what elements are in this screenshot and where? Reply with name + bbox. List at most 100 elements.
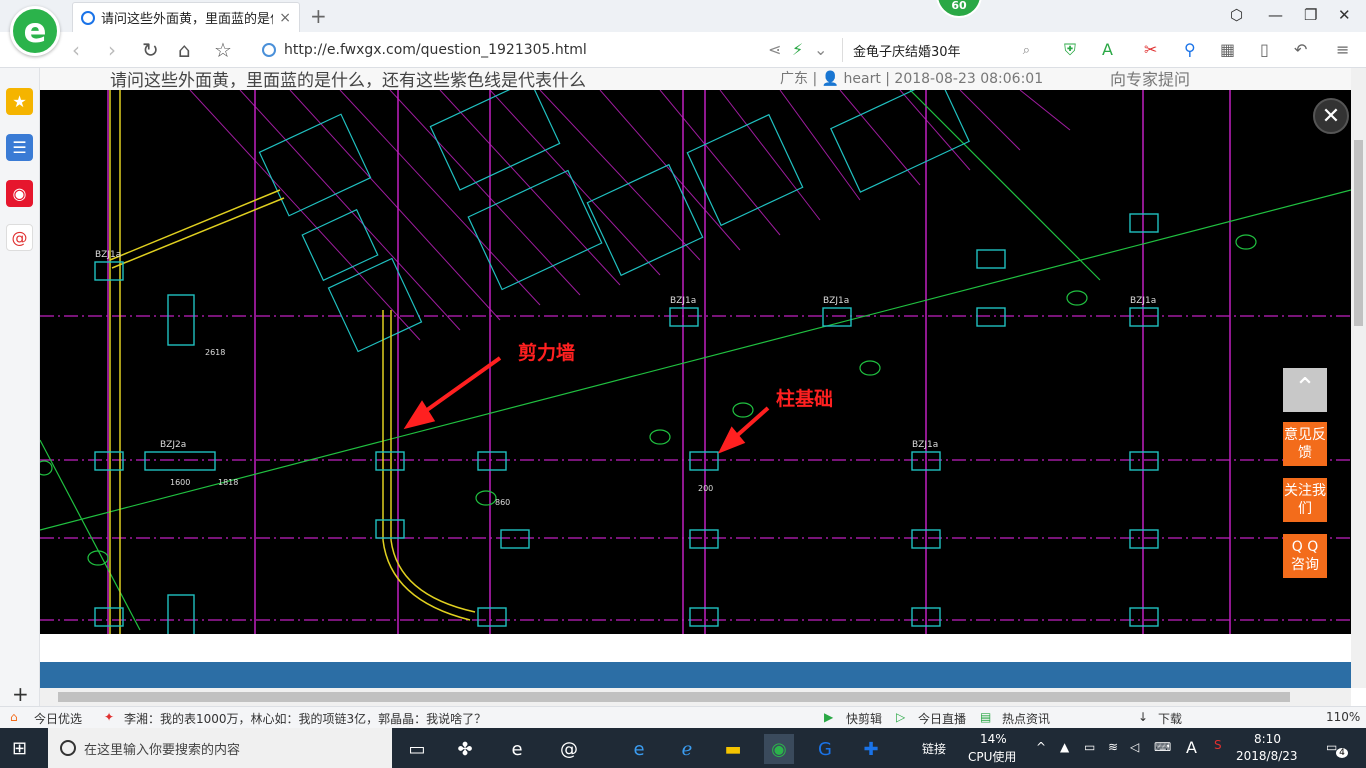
cad-dim: 2618 <box>205 348 226 357</box>
tab-favicon-icon <box>81 10 95 25</box>
page-content: 请问这些外面黄，里面蓝的是什么，还有这些紫色线是代表什么 广东 | 👤 hear… <box>40 68 1351 688</box>
speed-icon[interactable]: ⚡ <box>792 40 803 59</box>
news-icon: ✦ <box>104 710 115 724</box>
notification-bell-icon[interactable]: ▲ <box>1060 740 1069 754</box>
skin-icon[interactable]: ⬡ <box>1230 6 1243 24</box>
vertical-scrollbar[interactable] <box>1351 68 1366 688</box>
browser-logo-icon[interactable]: e <box>10 6 60 56</box>
cad-dim: 1600 <box>170 478 191 487</box>
search-icon[interactable]: ⌕ <box>1023 43 1030 58</box>
sogou-icon[interactable]: S <box>1214 738 1222 752</box>
favorites-star-icon[interactable]: ★ <box>6 88 33 115</box>
cad-label: BZJ1a <box>1130 296 1157 306</box>
follow-us-button[interactable]: 关注我们 <box>1283 478 1327 522</box>
keyboard-icon[interactable]: ⌨ <box>1154 740 1171 754</box>
scissors-icon[interactable]: ✂ <box>1144 40 1157 59</box>
ask-expert-link[interactable]: 向专家提问 <box>1110 68 1190 90</box>
page-below-image <box>40 634 1351 688</box>
qq-consult-button[interactable]: Q Q 咨询 <box>1283 534 1327 578</box>
clock-date[interactable]: 2018/8/23 <box>1236 749 1298 763</box>
close-window-button[interactable]: ✕ <box>1338 6 1351 24</box>
windows-taskbar: ⊞ 在这里输入你要搜索的内容 ▭ ✤ e @ e ℯ ▬ ◉ G ✚ 链接 14… <box>0 728 1366 768</box>
home-icon[interactable]: ⌂ <box>178 38 191 62</box>
tab-active[interactable]: 请问这些外面黄，里面蓝的是什么 × <box>72 2 300 32</box>
zoom-level[interactable]: 110% <box>1326 710 1360 724</box>
spiral-app-icon[interactable]: @ <box>554 734 584 764</box>
maximize-button[interactable]: ❐ <box>1304 6 1317 24</box>
minimize-button[interactable]: — <box>1268 6 1283 24</box>
task-view-icon[interactable]: ▭ <box>402 734 432 764</box>
tab-close-icon[interactable]: × <box>279 10 291 26</box>
g-app-icon[interactable]: G <box>810 734 840 764</box>
forward-icon[interactable]: › <box>108 38 116 62</box>
cad-label: BZJ1a <box>670 296 697 306</box>
download-icon: ↓ <box>1138 710 1149 724</box>
search-input[interactable]: 金龟子庆结婚30年 ⌕ <box>842 38 1040 62</box>
link-label[interactable]: 链接 <box>922 740 946 757</box>
refresh-icon[interactable]: ↻ <box>142 38 159 62</box>
hot-news-icon: ▤ <box>980 710 992 724</box>
file-explorer-icon[interactable]: ▬ <box>718 734 748 764</box>
reading-list-icon[interactable]: ☰ <box>6 134 33 161</box>
news-ticker[interactable]: 李湘：我的表1000万，林心如：我的项链3亿，郭晶晶：我说啥了？ <box>124 710 486 727</box>
url-input[interactable]: http://e.fwxgx.com/question_1921305.html <box>262 38 752 62</box>
cad-dim: 860 <box>495 498 511 507</box>
tab-title: 请问这些外面黄，里面蓝的是什么 <box>101 12 273 27</box>
address-bar: ‹ › ↻ ⌂ ☆ http://e.fwxgx.com/question_19… <box>0 32 1366 68</box>
quick-clip-link[interactable]: 快剪辑 <box>846 710 882 727</box>
taskbar-search-placeholder: 在这里输入你要搜索的内容 <box>84 742 241 758</box>
shield-icon[interactable]: ⛨ <box>1064 40 1076 60</box>
clock-time[interactable]: 8:10 <box>1254 732 1281 746</box>
download-link[interactable]: 下载 <box>1158 710 1182 727</box>
sidebar-add-icon[interactable]: + <box>12 682 29 706</box>
volume-icon[interactable]: ◁ <box>1130 740 1139 754</box>
undo-icon[interactable]: ↶ <box>1294 40 1307 59</box>
live-link[interactable]: 今日直播 <box>918 710 966 727</box>
badge-score[interactable]: 60 <box>936 0 982 18</box>
gift-icon[interactable]: ⌂ <box>10 710 18 724</box>
chevron-down-icon[interactable]: ⌄ <box>814 40 827 59</box>
close-image-button[interactable]: ✕ <box>1313 98 1349 134</box>
cad-image: 剪力墙 柱基础 BZJ1a BZJ2a BZJ1a BZJ1a BZJ1a BZ… <box>40 90 1351 634</box>
internet-explorer-icon[interactable]: ℯ <box>672 734 702 764</box>
apps-grid-icon[interactable]: ▦ <box>1220 40 1235 59</box>
cad-label: BZJ1a <box>95 250 122 260</box>
taskbar-search-input[interactable]: 在这里输入你要搜索的内容 <box>48 728 392 768</box>
email-icon[interactable]: @ <box>6 224 33 251</box>
annotation-column-base: 柱基础 <box>776 388 834 410</box>
browser-taskbar-icon[interactable]: ◉ <box>764 734 794 764</box>
magnifier-icon[interactable]: ⚲ <box>1184 40 1196 59</box>
back-to-top-button[interactable]: ⌃ <box>1283 368 1327 412</box>
new-tab-button[interactable]: + <box>310 4 327 28</box>
ime-indicator[interactable]: A <box>1186 738 1197 757</box>
share-icon[interactable]: ⋖ <box>768 40 781 59</box>
secondary-screenshot-strip <box>40 662 1351 688</box>
battery-icon[interactable]: ▭ <box>1084 740 1095 754</box>
horizontal-scroll-thumb[interactable] <box>58 692 1290 702</box>
site-security-icon <box>262 43 276 57</box>
edge-icon[interactable]: e <box>624 734 654 764</box>
menu-icon[interactable]: ≡ <box>1336 40 1349 59</box>
translate-icon[interactable]: A <box>1102 40 1113 59</box>
cpu-percent: 14% <box>980 732 1007 746</box>
plus-app-icon[interactable]: ✚ <box>856 734 886 764</box>
wifi-icon[interactable]: ≋ <box>1108 740 1118 754</box>
vertical-scroll-thumb[interactable] <box>1354 140 1363 326</box>
windows-start-icon[interactable]: ⊞ <box>12 738 27 759</box>
back-icon[interactable]: ‹ <box>72 38 80 62</box>
cad-label: BZJ1a <box>912 440 939 450</box>
weibo-icon[interactable]: ◉ <box>6 180 33 207</box>
fan-app-icon[interactable]: ✤ <box>450 734 480 764</box>
today-picks-link[interactable]: 今日优选 <box>34 710 82 727</box>
bookmark-star-icon[interactable]: ☆ <box>214 38 232 62</box>
url-text: http://e.fwxgx.com/question_1921305.html <box>284 42 587 58</box>
ie-e-icon[interactable]: e <box>502 734 532 764</box>
chevron-up-icon[interactable]: ^ <box>1036 740 1046 754</box>
annotation-shear-wall: 剪力墙 <box>518 342 576 364</box>
horizontal-scrollbar[interactable] <box>40 688 1351 706</box>
tab-bar: e 请问这些外面黄，里面蓝的是什么 × + 60 ⬡ — ❐ ✕ <box>0 0 1366 56</box>
question-meta: 广东 | 👤 heart | 2018-08-23 08:06:01 <box>780 71 1044 87</box>
phone-icon[interactable]: ▯ <box>1260 40 1269 59</box>
hot-news-link[interactable]: 热点资讯 <box>1002 710 1050 727</box>
feedback-button[interactable]: 意见反馈 <box>1283 422 1327 466</box>
